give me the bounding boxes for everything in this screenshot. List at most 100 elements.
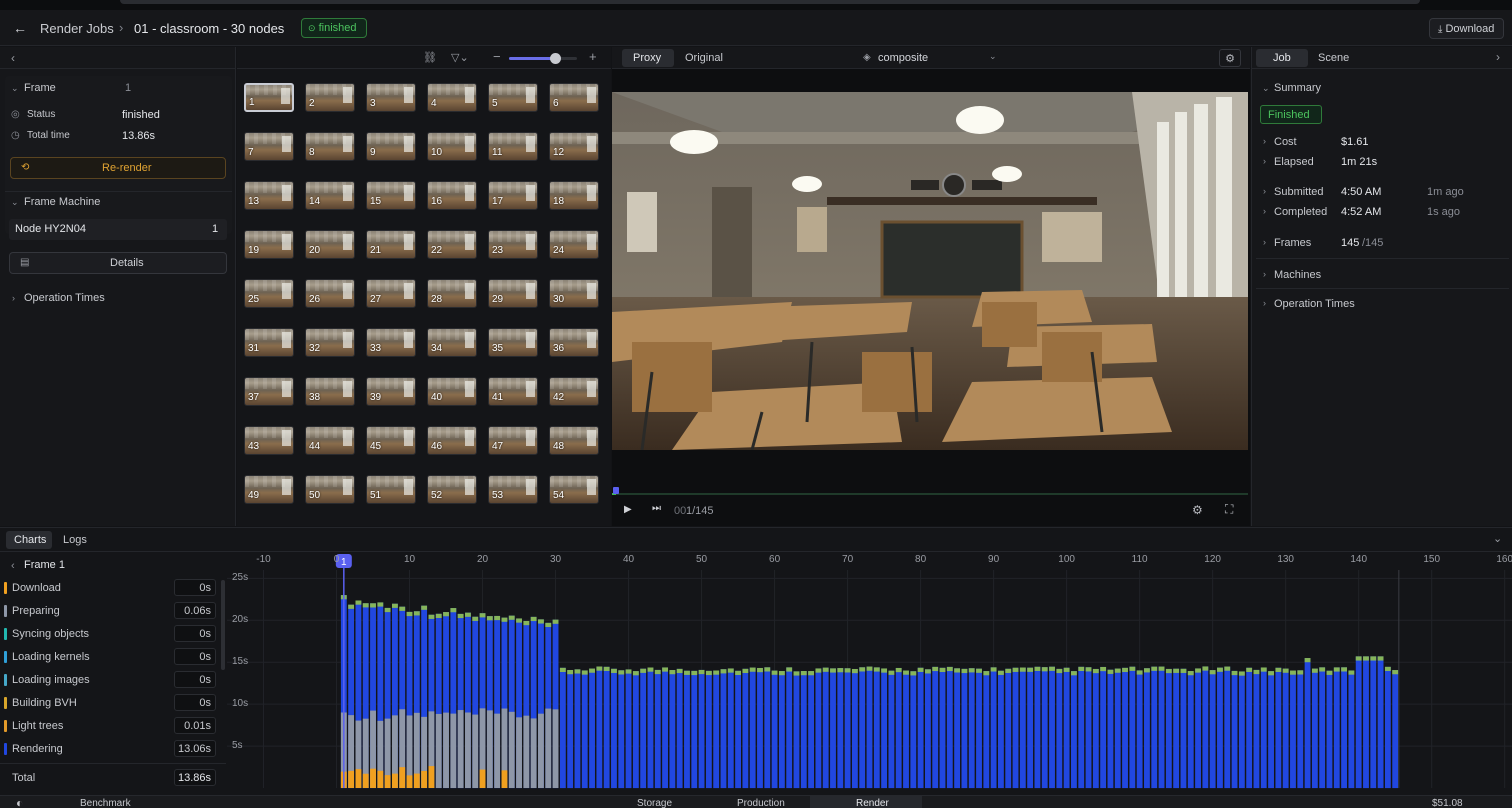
chevron-down-icon[interactable]: ⌄ <box>1262 83 1270 94</box>
frame-thumbnail[interactable]: 45 <box>366 426 416 455</box>
breadcrumb-root[interactable]: Render Jobs <box>40 21 114 36</box>
chevron-down-icon[interactable]: ⌄ <box>1493 532 1502 545</box>
frame-thumbnail[interactable]: 21 <box>366 230 416 259</box>
frame-thumbnail[interactable]: 40 <box>427 377 477 406</box>
tab-job[interactable]: Job <box>1256 49 1308 67</box>
chevron-right-icon[interactable]: › <box>1263 298 1266 308</box>
frame-thumbnail[interactable]: 50 <box>305 475 355 504</box>
playback-settings-icon[interactable]: ⚙ <box>1192 503 1203 517</box>
fullscreen-icon[interactable]: ⛶ <box>1225 502 1233 517</box>
frame-thumbnail[interactable]: 27 <box>366 279 416 308</box>
frame-time-chart[interactable]: 1 <box>227 552 1512 795</box>
play-icon[interactable]: ▶ <box>624 504 632 515</box>
link-icon[interactable]: ⛓ <box>423 51 437 64</box>
zoom-slider-handle[interactable] <box>550 53 562 64</box>
machines-label[interactable]: Machines <box>1274 269 1321 281</box>
frame-thumbnail[interactable]: 30 <box>549 279 599 308</box>
stage-row[interactable]: Rendering 13.06s <box>0 738 226 760</box>
frame-thumbnail[interactable]: 34 <box>427 328 477 357</box>
frame-thumbnail[interactable]: 5 <box>488 83 538 112</box>
frame-thumbnail[interactable]: 12 <box>549 132 599 161</box>
frame-thumbnail[interactable]: 1 <box>244 83 294 112</box>
stage-row[interactable]: Download 0s <box>0 577 226 599</box>
layer-select[interactable]: ◈ composite ⌄ <box>855 49 1002 67</box>
frame-thumbnail[interactable]: 18 <box>549 181 599 210</box>
chevron-down-icon[interactable]: ⌄ <box>11 83 19 94</box>
frame-thumbnail[interactable]: 48 <box>549 426 599 455</box>
frame-thumbnail[interactable]: 43 <box>244 426 294 455</box>
tab-original[interactable]: Original <box>685 52 723 64</box>
chevron-right-icon[interactable]: › <box>12 293 15 303</box>
stage-row[interactable]: Building BVH 0s <box>0 692 226 714</box>
frame-thumbnail[interactable]: 39 <box>366 377 416 406</box>
frame-thumbnail[interactable]: 8 <box>305 132 355 161</box>
frame-thumbnail[interactable]: 19 <box>244 230 294 259</box>
chevron-right-icon[interactable]: › <box>1496 50 1500 64</box>
frame-thumbnail[interactable]: 47 <box>488 426 538 455</box>
frame-thumbnail[interactable]: 10 <box>427 132 477 161</box>
operation-times-label[interactable]: Operation Times <box>1274 298 1355 310</box>
frame-thumbnail[interactable]: 46 <box>427 426 477 455</box>
tab-proxy[interactable]: Proxy <box>622 49 674 67</box>
tab-logs[interactable]: Logs <box>63 534 87 546</box>
tab-render[interactable]: Render <box>810 796 922 808</box>
chevron-right-icon[interactable]: › <box>1263 136 1266 146</box>
frame-thumbnail[interactable]: 7 <box>244 132 294 161</box>
details-button[interactable]: ▤ Details <box>9 252 227 274</box>
zoom-slider[interactable] <box>509 53 577 64</box>
arrow-left-icon[interactable]: ← <box>13 20 27 36</box>
viewer-settings-button[interactable]: ⚙ <box>1219 49 1241 67</box>
chevron-left-icon[interactable]: ‹ <box>11 560 15 572</box>
frame-thumbnail[interactable]: 17 <box>488 181 538 210</box>
frame-thumbnail[interactable]: 37 <box>244 377 294 406</box>
frame-thumbnail[interactable]: 4 <box>427 83 477 112</box>
chevron-right-icon[interactable]: › <box>1263 206 1266 216</box>
frame-thumbnail[interactable]: 6 <box>549 83 599 112</box>
stage-row[interactable]: Preparing 0.06s <box>0 600 226 622</box>
stage-row[interactable]: Syncing objects 0s <box>0 623 226 645</box>
frame-thumbnail[interactable]: 33 <box>366 328 416 357</box>
frame-thumbnail[interactable]: 22 <box>427 230 477 259</box>
frame-thumbnail[interactable]: 26 <box>305 279 355 308</box>
frame-thumbnail[interactable]: 38 <box>305 377 355 406</box>
tab-storage[interactable]: Storage <box>637 798 672 808</box>
frame-thumbnail[interactable]: 29 <box>488 279 538 308</box>
chevron-right-icon[interactable]: › <box>1263 269 1266 279</box>
frame-thumbnail[interactable]: 28 <box>427 279 477 308</box>
zoom-in-icon[interactable]: + <box>589 49 597 64</box>
frame-thumbnail[interactable]: 42 <box>549 377 599 406</box>
frame-thumbnail[interactable]: 35 <box>488 328 538 357</box>
frame-thumbnail[interactable]: 36 <box>549 328 599 357</box>
download-button[interactable]: ⤓ Download <box>1429 18 1504 39</box>
stage-row[interactable]: Loading images 0s <box>0 669 226 691</box>
playhead-marker[interactable] <box>613 487 619 494</box>
frame-thumbnail[interactable]: 13 <box>244 181 294 210</box>
stage-row[interactable]: Light trees 0.01s <box>0 715 226 737</box>
frame-thumbnail[interactable]: 24 <box>549 230 599 259</box>
stage-row[interactable]: Loading kernels 0s <box>0 646 226 668</box>
frame-thumbnail[interactable]: 32 <box>305 328 355 357</box>
frame-thumbnail[interactable]: 41 <box>488 377 538 406</box>
frame-thumbnail[interactable]: 9 <box>366 132 416 161</box>
zoom-out-icon[interactable]: − <box>493 49 501 64</box>
tab-production[interactable]: Production <box>737 798 785 808</box>
skip-forward-icon[interactable]: ⏭ <box>652 503 661 514</box>
frame-thumbnail[interactable]: 25 <box>244 279 294 308</box>
chevron-right-icon[interactable]: › <box>1263 237 1266 247</box>
tab-scene[interactable]: Scene <box>1318 52 1349 64</box>
stage-list-scrollbar[interactable] <box>221 580 225 670</box>
frame-thumbnail[interactable]: 53 <box>488 475 538 504</box>
frame-thumbnail[interactable]: 3 <box>366 83 416 112</box>
node-row[interactable]: Node HY2N04 1 <box>9 219 227 240</box>
frame-thumbnail[interactable]: 15 <box>366 181 416 210</box>
frame-thumbnail[interactable]: 11 <box>488 132 538 161</box>
rerender-button[interactable]: ⟲ Re-render <box>10 157 226 179</box>
frame-thumbnail[interactable]: 23 <box>488 230 538 259</box>
frame-thumbnail[interactable]: 14 <box>305 181 355 210</box>
frame-thumbnail[interactable]: 31 <box>244 328 294 357</box>
frame-thumbnail[interactable]: 51 <box>366 475 416 504</box>
chevron-right-icon[interactable]: › <box>1263 156 1266 166</box>
frame-thumbnail[interactable]: 49 <box>244 475 294 504</box>
chevron-right-icon[interactable]: › <box>1263 186 1266 196</box>
frame-thumbnail[interactable]: 44 <box>305 426 355 455</box>
